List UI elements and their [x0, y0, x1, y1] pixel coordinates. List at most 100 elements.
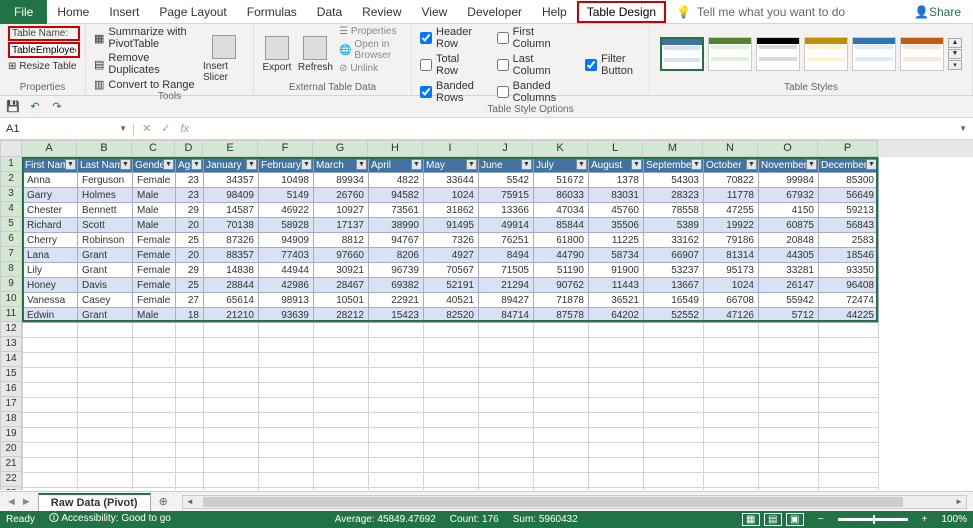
- empty-cell[interactable]: [534, 443, 589, 458]
- page-break-view-icon[interactable]: ▣: [786, 513, 804, 526]
- name-box[interactable]: A1 ▼: [0, 123, 134, 135]
- normal-view-icon[interactable]: ▦: [742, 513, 760, 526]
- cell[interactable]: 52552: [644, 308, 704, 323]
- empty-cell[interactable]: [369, 488, 424, 491]
- empty-cell[interactable]: [23, 338, 78, 353]
- empty-cell[interactable]: [133, 413, 176, 428]
- cell[interactable]: 54303: [644, 173, 704, 188]
- cell[interactable]: 90762: [534, 278, 589, 293]
- empty-cell[interactable]: [133, 323, 176, 338]
- cell[interactable]: 87326: [204, 233, 259, 248]
- empty-cell[interactable]: [78, 398, 133, 413]
- cell[interactable]: 5542: [479, 173, 534, 188]
- row-header-22[interactable]: 22: [0, 472, 22, 487]
- status-accessibility[interactable]: 🛈 Accessibility: Good to go: [49, 511, 171, 528]
- cell[interactable]: 75915: [479, 188, 534, 203]
- cell[interactable]: 31862: [424, 203, 479, 218]
- empty-cell[interactable]: [704, 398, 759, 413]
- cell[interactable]: 5389: [644, 218, 704, 233]
- save-icon[interactable]: 💾: [6, 100, 20, 114]
- cell[interactable]: 21210: [204, 308, 259, 323]
- cell[interactable]: 42986: [259, 278, 314, 293]
- empty-cell[interactable]: [704, 368, 759, 383]
- empty-cell[interactable]: [819, 443, 879, 458]
- empty-cell[interactable]: [23, 488, 78, 491]
- table-header-april[interactable]: April▼: [369, 158, 424, 173]
- horizontal-scrollbar[interactable]: ◄ ►: [182, 495, 967, 509]
- cell[interactable]: Anna: [23, 173, 78, 188]
- empty-cell[interactable]: [424, 473, 479, 488]
- empty-cell[interactable]: [204, 413, 259, 428]
- col-header-K[interactable]: K: [533, 140, 588, 157]
- cell[interactable]: 47255: [704, 203, 759, 218]
- col-header-H[interactable]: H: [368, 140, 423, 157]
- row-header-13[interactable]: 13: [0, 337, 22, 352]
- cell[interactable]: 94767: [369, 233, 424, 248]
- cell[interactable]: 5149: [259, 188, 314, 203]
- cell[interactable]: 25: [176, 233, 204, 248]
- empty-cell[interactable]: [259, 458, 314, 473]
- empty-cell[interactable]: [133, 398, 176, 413]
- row-header-11[interactable]: 11: [0, 307, 22, 322]
- empty-cell[interactable]: [479, 428, 534, 443]
- cell[interactable]: 15423: [369, 308, 424, 323]
- empty-cell[interactable]: [133, 353, 176, 368]
- empty-cell[interactable]: [78, 428, 133, 443]
- row-header-5[interactable]: 5: [0, 217, 22, 232]
- empty-cell[interactable]: [424, 398, 479, 413]
- empty-cell[interactable]: [259, 383, 314, 398]
- cell[interactable]: 77403: [259, 248, 314, 263]
- empty-cell[interactable]: [314, 443, 369, 458]
- table-header-september[interactable]: September▼: [644, 158, 704, 173]
- cell[interactable]: 44225: [819, 308, 879, 323]
- cell[interactable]: Casey: [78, 293, 133, 308]
- cell[interactable]: 83031: [589, 188, 644, 203]
- cell[interactable]: 23: [176, 173, 204, 188]
- empty-cell[interactable]: [23, 323, 78, 338]
- cell[interactable]: 14587: [204, 203, 259, 218]
- empty-cell[interactable]: [369, 368, 424, 383]
- cell[interactable]: 58734: [589, 248, 644, 263]
- empty-cell[interactable]: [259, 353, 314, 368]
- cell[interactable]: 60875: [759, 218, 819, 233]
- cell[interactable]: 4927: [424, 248, 479, 263]
- empty-cell[interactable]: [759, 488, 819, 491]
- table-header-march[interactable]: March▼: [314, 158, 369, 173]
- cell[interactable]: 96408: [819, 278, 879, 293]
- empty-cell[interactable]: [819, 368, 879, 383]
- empty-cell[interactable]: [479, 353, 534, 368]
- cell[interactable]: 22921: [369, 293, 424, 308]
- row-header-8[interactable]: 8: [0, 262, 22, 277]
- empty-cell[interactable]: [314, 353, 369, 368]
- cell[interactable]: 45760: [589, 203, 644, 218]
- empty-cell[interactable]: [78, 488, 133, 491]
- row-header-1[interactable]: 1: [0, 157, 22, 172]
- col-header-P[interactable]: P: [818, 140, 878, 157]
- cell[interactable]: Female: [133, 248, 176, 263]
- cell[interactable]: Holmes: [78, 188, 133, 203]
- empty-cell[interactable]: [759, 338, 819, 353]
- cell[interactable]: Richard: [23, 218, 78, 233]
- row-header-21[interactable]: 21: [0, 457, 22, 472]
- fx-icon[interactable]: fx: [180, 123, 189, 135]
- cell[interactable]: 25: [176, 278, 204, 293]
- empty-cell[interactable]: [759, 458, 819, 473]
- empty-cell[interactable]: [176, 338, 204, 353]
- cell[interactable]: 28467: [314, 278, 369, 293]
- table-header-january[interactable]: January▼: [204, 158, 259, 173]
- cell[interactable]: 28323: [644, 188, 704, 203]
- empty-cell[interactable]: [644, 323, 704, 338]
- empty-cell[interactable]: [819, 383, 879, 398]
- empty-cell[interactable]: [759, 353, 819, 368]
- cell[interactable]: 44305: [759, 248, 819, 263]
- empty-cell[interactable]: [704, 338, 759, 353]
- empty-cell[interactable]: [819, 323, 879, 338]
- share-button[interactable]: 👤 Share: [902, 5, 973, 19]
- empty-cell[interactable]: [479, 398, 534, 413]
- first-col-check[interactable]: First Column: [497, 26, 571, 50]
- empty-cell[interactable]: [644, 353, 704, 368]
- gallery-down-icon[interactable]: ▼: [948, 49, 962, 59]
- style-thumb-2[interactable]: [708, 37, 752, 71]
- empty-cell[interactable]: [133, 368, 176, 383]
- formula-expand-icon[interactable]: ▼: [953, 124, 973, 133]
